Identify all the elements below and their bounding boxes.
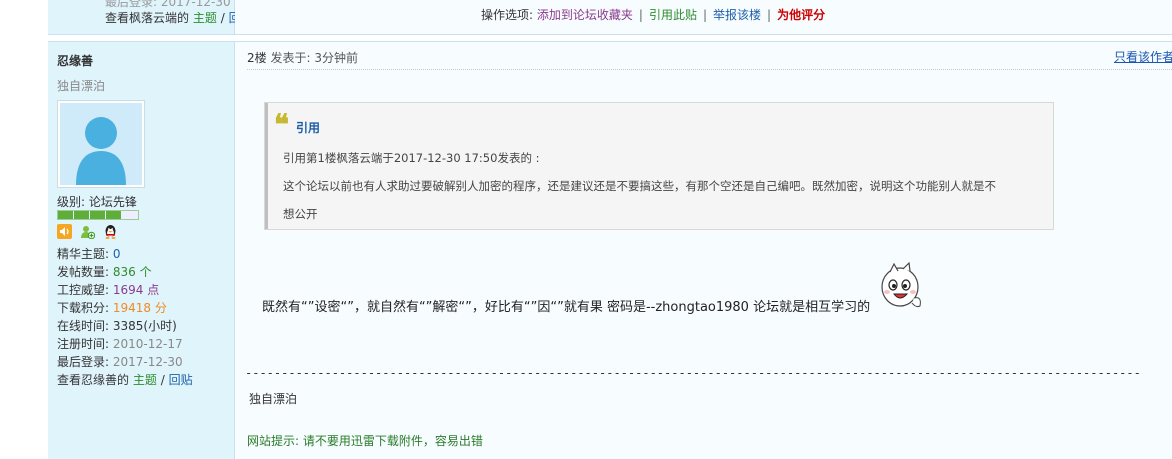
username[interactable]: 忍缘善: [57, 52, 93, 69]
medal-row: [57, 224, 122, 240]
stat-label: 下载积分:: [57, 301, 113, 315]
stat-value: 3385(小时): [112, 319, 177, 333]
quote-post-link[interactable]: 引用此贴: [649, 8, 697, 22]
user-topic-link[interactable]: 主题: [133, 373, 157, 387]
level-progress-bar: [57, 210, 139, 220]
stat-value: 836 个: [112, 265, 152, 279]
signature-separator: ----------------------------------------…: [245, 366, 1141, 380]
stat-label: 最后登录:: [57, 355, 113, 369]
speaker-icon[interactable]: [57, 224, 72, 239]
posted-label: 发表于:: [270, 51, 311, 65]
stat-digest: 精华主题: 0: [57, 245, 121, 262]
stat-download-points: 下载积分: 19418 分: [57, 299, 167, 316]
options-label: 操作选项:: [481, 8, 534, 22]
avatar[interactable]: [57, 100, 145, 188]
level-segment: [58, 211, 73, 219]
stat-label: 注册时间:: [57, 337, 113, 351]
quote-block: ❝ 引用 引用第1楼枫落云端于2017-12-30 17:50发表的 : 这个论…: [264, 102, 1054, 230]
quote-source: 引用第1楼枫落云端于2017-12-30 17:50发表的 :: [283, 151, 540, 165]
stat-prestige: 工控威望: 1694 点: [57, 281, 159, 298]
prev-topic-link[interactable]: 主题: [193, 11, 217, 25]
stat-register-date: 注册时间: 2010-12-17: [57, 335, 183, 352]
smiley-emoticon-icon: [876, 260, 926, 310]
default-avatar-icon: [60, 103, 142, 185]
separator: |: [767, 8, 772, 22]
stat-value: 2017-12-30: [112, 355, 183, 369]
stat-value: 1694 点: [112, 283, 160, 297]
view-prefix: 查看忍缘善的: [57, 373, 130, 387]
separator: |: [638, 8, 643, 22]
qq-penguin-icon[interactable]: [103, 224, 118, 239]
separator: |: [702, 8, 707, 22]
post-header: 2楼 发表于: 3分钟前: [247, 49, 358, 66]
user-level: 级别: 论坛先锋: [57, 195, 137, 209]
prev-user-links: 查看枫落云端的 主题 / 回贴: [105, 9, 253, 26]
quote-text-line: 这个论坛以前也有人求助过要破解别人加密的程序，还是建议还是不要搞这些，有那个空还…: [283, 179, 996, 193]
signature: 独自漂泊: [249, 392, 298, 406]
level-segment: [90, 211, 105, 219]
stat-label: 精华主题:: [57, 247, 113, 261]
user-reply-link[interactable]: 回贴: [169, 373, 193, 387]
user-title: 独自漂泊: [57, 79, 106, 93]
user-links: 查看忍缘善的 主题 / 回贴: [57, 371, 193, 388]
prev-slash: /: [220, 11, 225, 25]
quote-mark-icon: ❝: [274, 108, 290, 141]
post-options: 操作选项: 添加到论坛收藏夹 | 引用此贴 | 举报该楼 | 为他评分: [481, 6, 825, 23]
slash: /: [160, 373, 165, 387]
post-content: 2楼 发表于: 3分钟前 只看该作者 ❝ 引用 引用第1楼枫落云端于2017-1…: [235, 42, 1172, 459]
floor-number: 2楼: [247, 51, 267, 65]
stat-posts: 发帖数量: 836 个: [57, 263, 152, 280]
prev-view-prefix: 查看枫落云端的: [105, 11, 190, 25]
stat-value: 0: [112, 247, 121, 261]
quote-title: 引用: [296, 121, 321, 135]
add-favorite-link[interactable]: 添加到论坛收藏夹: [537, 8, 633, 22]
stat-last-login: 最后登录: 2017-12-30: [57, 353, 183, 370]
only-view-author-link[interactable]: 只看该作者: [1114, 48, 1172, 65]
rate-user-link[interactable]: 为他评分: [777, 8, 825, 22]
prev-user-column: 最后登录: 2017-12-30 查看枫落云端的 主题 / 回贴: [48, 0, 253, 34]
posted-time: 3分钟前: [314, 51, 358, 65]
stat-label: 发帖数量:: [57, 265, 113, 279]
quote-bar: [265, 103, 268, 229]
stat-value: 19418 分: [112, 301, 167, 315]
stat-label: 在线时间:: [57, 319, 113, 333]
report-floor-link[interactable]: 举报该楼: [713, 8, 761, 22]
add-friend-icon[interactable]: [80, 224, 96, 240]
quote-text-line: 想公开: [283, 207, 318, 221]
level-segment: [106, 211, 121, 219]
prev-post-footer: 操作选项: 添加到论坛收藏夹 | 引用此贴 | 举报该楼 | 为他评分: [235, 0, 1172, 34]
stat-value: 2010-12-17: [112, 337, 183, 351]
site-tip: 网站提示: 请不要用迅雷下载附件，容易出错: [247, 434, 483, 448]
level-segment: [74, 211, 89, 219]
header-divider: [247, 69, 1172, 70]
post-body: 既然有“”设密“”，就自然有“”解密“”，好比有“”因“”就有果 密码是--zh…: [262, 300, 871, 315]
stat-online-time: 在线时间: 3385(小时): [57, 317, 177, 334]
user-info-column: 忍缘善 独自漂泊 级别: 论坛先锋 精华主题: 0 发帖数量: 836 个 工控…: [48, 42, 235, 459]
stat-label: 工控威望:: [57, 283, 113, 297]
